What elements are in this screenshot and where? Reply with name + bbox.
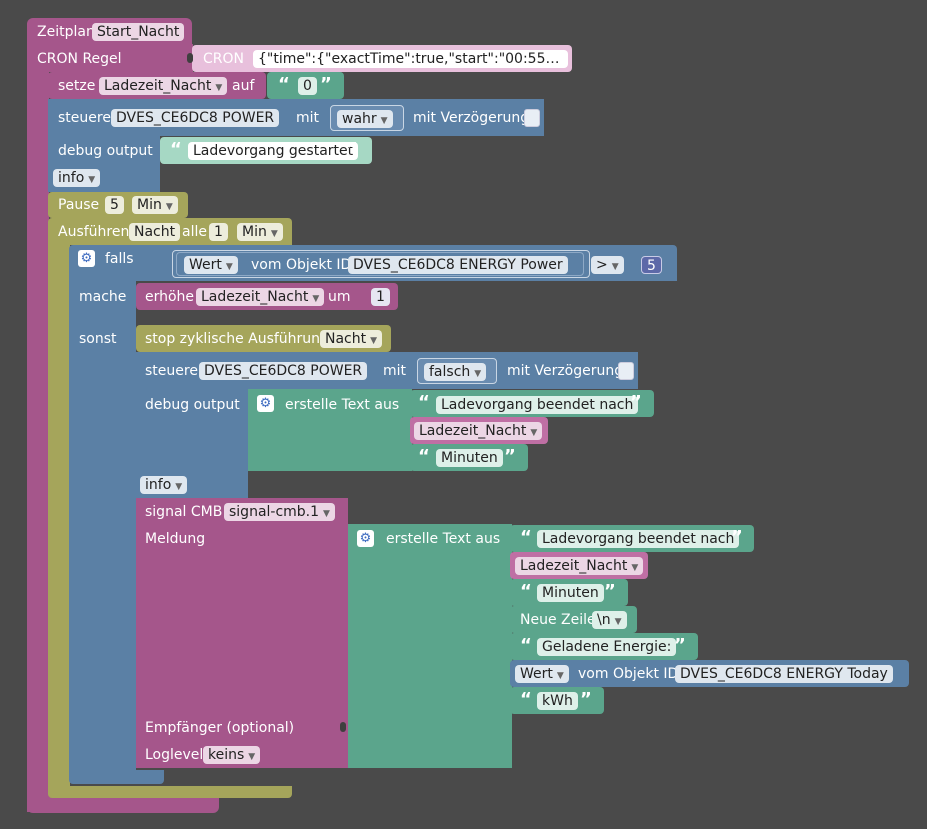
signal-newline-label: Neue Zeile xyxy=(520,612,596,628)
signal-instance-dropdown[interactable]: signal-cmb.1 ▼ xyxy=(224,503,335,521)
debug2-text1-field[interactable]: Ladevorgang beendet nach xyxy=(436,396,639,414)
debug1-label: debug output xyxy=(58,143,153,159)
control2-delay-label: mit Verzögerung xyxy=(507,363,624,379)
control2-delay-checkbox[interactable] xyxy=(618,362,634,380)
condition-object-field[interactable]: DVES_CE6DC8 ENERGY Power xyxy=(348,256,568,274)
signal-object-field[interactable]: DVES_CE6DC8 ENERGY Today xyxy=(675,665,893,683)
signal-text4-field[interactable]: kWh xyxy=(537,692,578,710)
control2-label: steuere xyxy=(145,363,198,379)
increment-variable-dropdown[interactable]: Ladezeit_Nacht ▼ xyxy=(196,288,325,306)
debug1-text-field[interactable]: Ladevorgang gestartet xyxy=(188,142,359,160)
do-label: mache xyxy=(79,289,127,305)
increment-by-label: um xyxy=(328,289,351,305)
schedule-label: Zeitplan xyxy=(37,24,95,40)
if-block-foot xyxy=(69,770,164,784)
pause-unit-dropdown[interactable]: Min ▼ xyxy=(132,196,178,214)
signal-loglevel-dropdown[interactable]: keins ▼ xyxy=(203,746,261,764)
control2-value-dropdown[interactable]: falsch ▼ xyxy=(424,363,487,381)
pause-label: Pause xyxy=(58,197,100,213)
signal-loglevel-label: Loglevel xyxy=(145,747,204,763)
schedule-block-foot xyxy=(27,797,219,813)
signal-settings-gear-icon[interactable]: ⚙ xyxy=(357,530,374,547)
increment-value-field[interactable]: 1 xyxy=(371,288,390,306)
schedule-block-spine xyxy=(27,70,49,812)
signal-text2-field[interactable]: Minuten xyxy=(537,584,604,602)
else-label: sonst xyxy=(79,331,117,347)
stop-label: stop zyklische Ausführung xyxy=(145,331,329,347)
interval-block-foot xyxy=(48,786,292,798)
condition-of-object-label: vom Objekt ID xyxy=(251,257,352,273)
cron-label: CRON Regel xyxy=(37,51,122,67)
interval-name-field[interactable]: Nacht xyxy=(129,223,181,241)
interval-block-spine xyxy=(48,244,70,788)
signal-create-text-block[interactable] xyxy=(348,524,512,768)
control1-label: steuere xyxy=(58,110,111,126)
signal-of-object-label: vom Objekt ID xyxy=(578,666,679,682)
debug2-create-text-label: erstelle Text aus xyxy=(285,397,400,413)
control1-delay-checkbox[interactable] xyxy=(524,109,540,127)
control2-with-label: mit xyxy=(383,363,407,379)
if-label: falls xyxy=(105,251,134,267)
set-variable-dropdown[interactable]: Ladezeit_Nacht ▼ xyxy=(99,77,228,95)
schedule-name-field[interactable]: Start_Nacht xyxy=(92,23,185,41)
interval-every-label: alle xyxy=(182,224,207,240)
debug1-level-dropdown[interactable]: info ▼ xyxy=(53,169,101,187)
condition-compare-value[interactable]: 5 xyxy=(641,256,662,274)
if-block-spine xyxy=(69,280,136,778)
set-value-field[interactable]: 0 xyxy=(298,77,317,95)
set-label: setze xyxy=(58,78,96,94)
control1-delay-label: mit Verzögerung xyxy=(413,110,530,126)
signal-message-label: Meldung xyxy=(145,531,206,547)
interval-label: Ausführen xyxy=(58,224,130,240)
cron-keyword: CRON xyxy=(203,51,244,67)
cron-value-field[interactable]: {"time":{"exactTime":true,"start":"00:55… xyxy=(253,50,568,68)
debug2-settings-gear-icon[interactable]: ⚙ xyxy=(257,395,274,412)
signal-value-kind-dropdown[interactable]: Wert ▼ xyxy=(515,665,569,683)
debug2-text2-field[interactable]: Minuten xyxy=(436,449,503,467)
increment-label: erhöhe xyxy=(145,289,195,305)
debug2-label: debug output xyxy=(145,397,240,413)
debug2-variable-dropdown[interactable]: Ladezeit_Nacht ▼ xyxy=(414,422,543,440)
signal-label: signal CMB xyxy=(145,504,223,520)
condition-operator-dropdown[interactable]: > ▼ xyxy=(591,256,624,274)
control1-object-field[interactable]: DVES_CE6DC8 POWER xyxy=(111,109,280,127)
control1-value-dropdown[interactable]: wahr ▼ xyxy=(337,110,393,128)
signal-variable-dropdown[interactable]: Ladezeit_Nacht ▼ xyxy=(515,557,644,575)
interval-unit-dropdown[interactable]: Min ▼ xyxy=(237,223,283,241)
signal-recipient-label: Empfänger (optional) xyxy=(145,720,295,736)
control2-object-field[interactable]: DVES_CE6DC8 POWER xyxy=(199,362,368,380)
signal-create-text-label: erstelle Text aus xyxy=(386,531,501,547)
signal-text1-field[interactable]: Ladevorgang beendet nach xyxy=(537,530,740,548)
debug2-level-dropdown[interactable]: info ▼ xyxy=(140,476,188,494)
interval-value-field[interactable]: 1 xyxy=(209,223,228,241)
condition-value-kind-dropdown[interactable]: Wert ▼ xyxy=(184,256,238,274)
signal-text3-field[interactable]: Geladene Energie: xyxy=(537,638,677,656)
signal-newline-dropdown[interactable]: \n ▼ xyxy=(592,611,627,629)
set-to-label: auf xyxy=(232,78,255,94)
control1-with-label: mit xyxy=(296,110,320,126)
stop-name-dropdown[interactable]: Nacht ▼ xyxy=(320,330,383,348)
pause-value-field[interactable]: 5 xyxy=(105,196,124,214)
if-settings-gear-icon[interactable]: ⚙ xyxy=(78,250,95,267)
